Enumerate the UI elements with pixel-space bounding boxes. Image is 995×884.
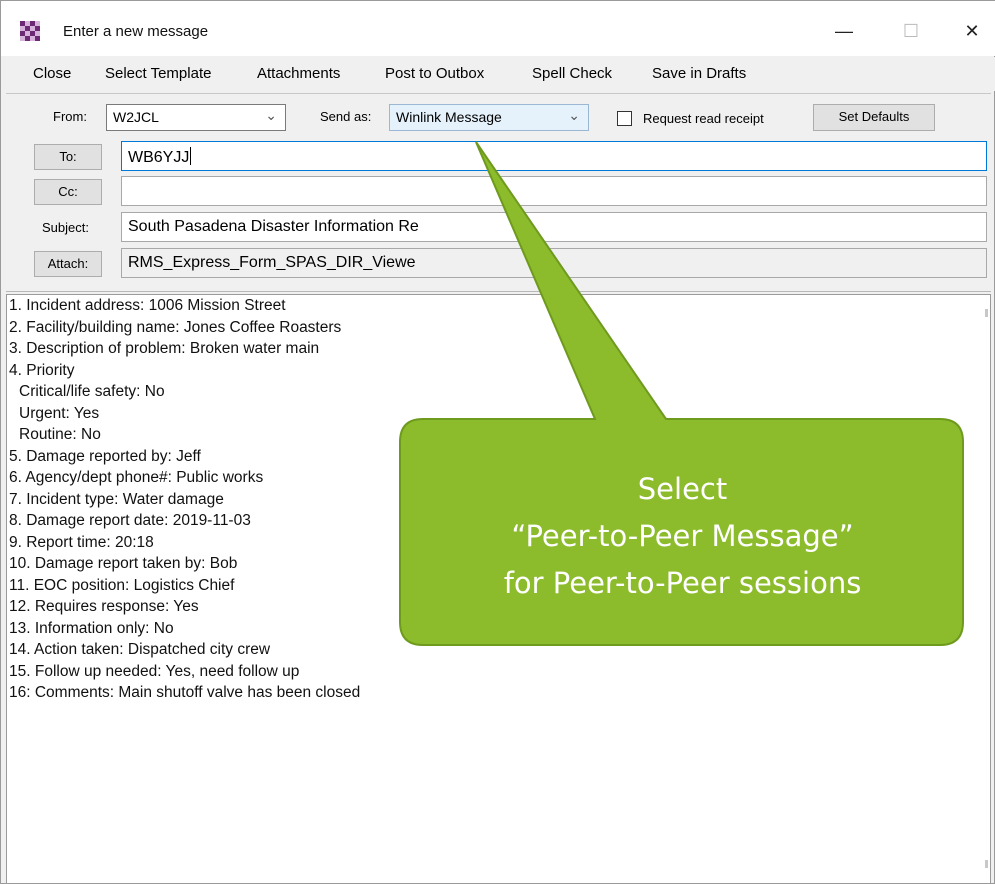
- window-title: Enter a new message: [63, 23, 209, 40]
- menu-spell-check[interactable]: Spell Check: [532, 65, 612, 82]
- body-line: 14. Action taken: Dispatched city crew: [9, 641, 271, 658]
- winlink-checker-icon: [20, 21, 40, 41]
- to-field[interactable]: WB6YJJ: [121, 141, 987, 171]
- send-as-value: Winlink Message: [396, 109, 502, 125]
- body-line: 4. Priority: [9, 361, 75, 379]
- scrollbar-up-marker[interactable]: [985, 309, 988, 317]
- attach-field: RMS_Express_Form_SPAS_DIR_Viewe: [121, 248, 987, 278]
- message-window: Enter a new message — ☐ ✕ Close Select T…: [0, 0, 995, 884]
- text-caret: [190, 147, 192, 165]
- subject-label: Subject:: [42, 220, 89, 235]
- scrollbar-down-marker[interactable]: [985, 860, 988, 868]
- callout-line-1: Select: [637, 472, 728, 506]
- menu-bar: Close Select Template Attachments Post t…: [1, 57, 995, 91]
- body-line: 15. Follow up needed: Yes, need follow u…: [9, 662, 300, 680]
- send-as-select[interactable]: Winlink Message ⌄: [389, 104, 589, 131]
- body-line: 11. EOC position: Logistics Chief: [9, 576, 235, 594]
- body-line: Critical/life safety: No: [19, 383, 165, 400]
- cc-button[interactable]: Cc:: [34, 179, 102, 205]
- read-receipt-label: Request read receipt: [643, 111, 764, 126]
- body-line: 3. Description of problem: Broken water …: [9, 340, 320, 357]
- subject-field[interactable]: South Pasadena Disaster Information Re: [121, 212, 987, 242]
- to-button[interactable]: To:: [34, 144, 102, 170]
- body-line: 6. Agency/dept phone#: Public works: [9, 469, 264, 486]
- body-line: 1. Incident address: 1006 Mission Street: [9, 297, 286, 314]
- menu-attachments[interactable]: Attachments: [257, 65, 340, 82]
- body-line: 2. Facility/building name: Jones Coffee …: [9, 318, 342, 336]
- menu-save-in-drafts[interactable]: Save in Drafts: [652, 65, 746, 82]
- chevron-down-icon: ⌄: [265, 107, 277, 123]
- from-select[interactable]: W2JCL ⌄: [106, 104, 286, 131]
- body-line: Urgent: Yes: [19, 404, 100, 422]
- minimize-button[interactable]: —: [821, 13, 867, 49]
- body-line: 12. Requires response: Yes: [9, 598, 199, 615]
- body-line: 9. Report time: 20:18: [9, 533, 154, 551]
- callout-line-2: “Peer-to-Peer Message”: [511, 519, 854, 553]
- chevron-down-icon: ⌄: [568, 107, 580, 123]
- subject-value: South Pasadena Disaster Information Re: [128, 218, 419, 235]
- set-defaults-button[interactable]: Set Defaults: [813, 104, 935, 131]
- from-label: From:: [53, 109, 87, 124]
- body-line: Routine: No: [19, 426, 101, 443]
- to-value: WB6YJJ: [128, 149, 190, 166]
- attach-button[interactable]: Attach:: [34, 251, 102, 277]
- send-as-label: Send as:: [320, 109, 372, 124]
- title-bar: Enter a new message — ☐ ✕: [1, 1, 995, 56]
- body-line: 8. Damage report date: 2019-11-03: [9, 512, 251, 529]
- menu-post-to-outbox[interactable]: Post to Outbox: [385, 65, 484, 82]
- message-header-panel: From: W2JCL ⌄ Send as: Winlink Message ⌄…: [6, 93, 991, 292]
- body-line: 7. Incident type: Water damage: [9, 490, 224, 508]
- read-receipt-checkbox[interactable]: [617, 111, 632, 126]
- body-line: 5. Damage reported by: Jeff: [9, 447, 201, 465]
- callout-text: Select “Peer-to-Peer Message” for Peer-t…: [400, 466, 965, 607]
- attach-value: RMS_Express_Form_SPAS_DIR_Viewe: [128, 254, 416, 271]
- close-window-button[interactable]: ✕: [949, 13, 995, 49]
- cc-field[interactable]: [121, 176, 987, 206]
- menu-close[interactable]: Close: [33, 65, 71, 82]
- callout-line-3: for Peer-to-Peer sessions: [503, 566, 862, 600]
- maximize-button[interactable]: ☐: [888, 13, 934, 49]
- menu-select-template[interactable]: Select Template: [105, 65, 211, 82]
- from-value: W2JCL: [113, 109, 159, 125]
- body-line: 10. Damage report taken by: Bob: [9, 555, 238, 572]
- body-line: 16: Comments: Main shutoff valve has bee…: [9, 684, 361, 701]
- body-line: 13. Information only: No: [9, 619, 174, 637]
